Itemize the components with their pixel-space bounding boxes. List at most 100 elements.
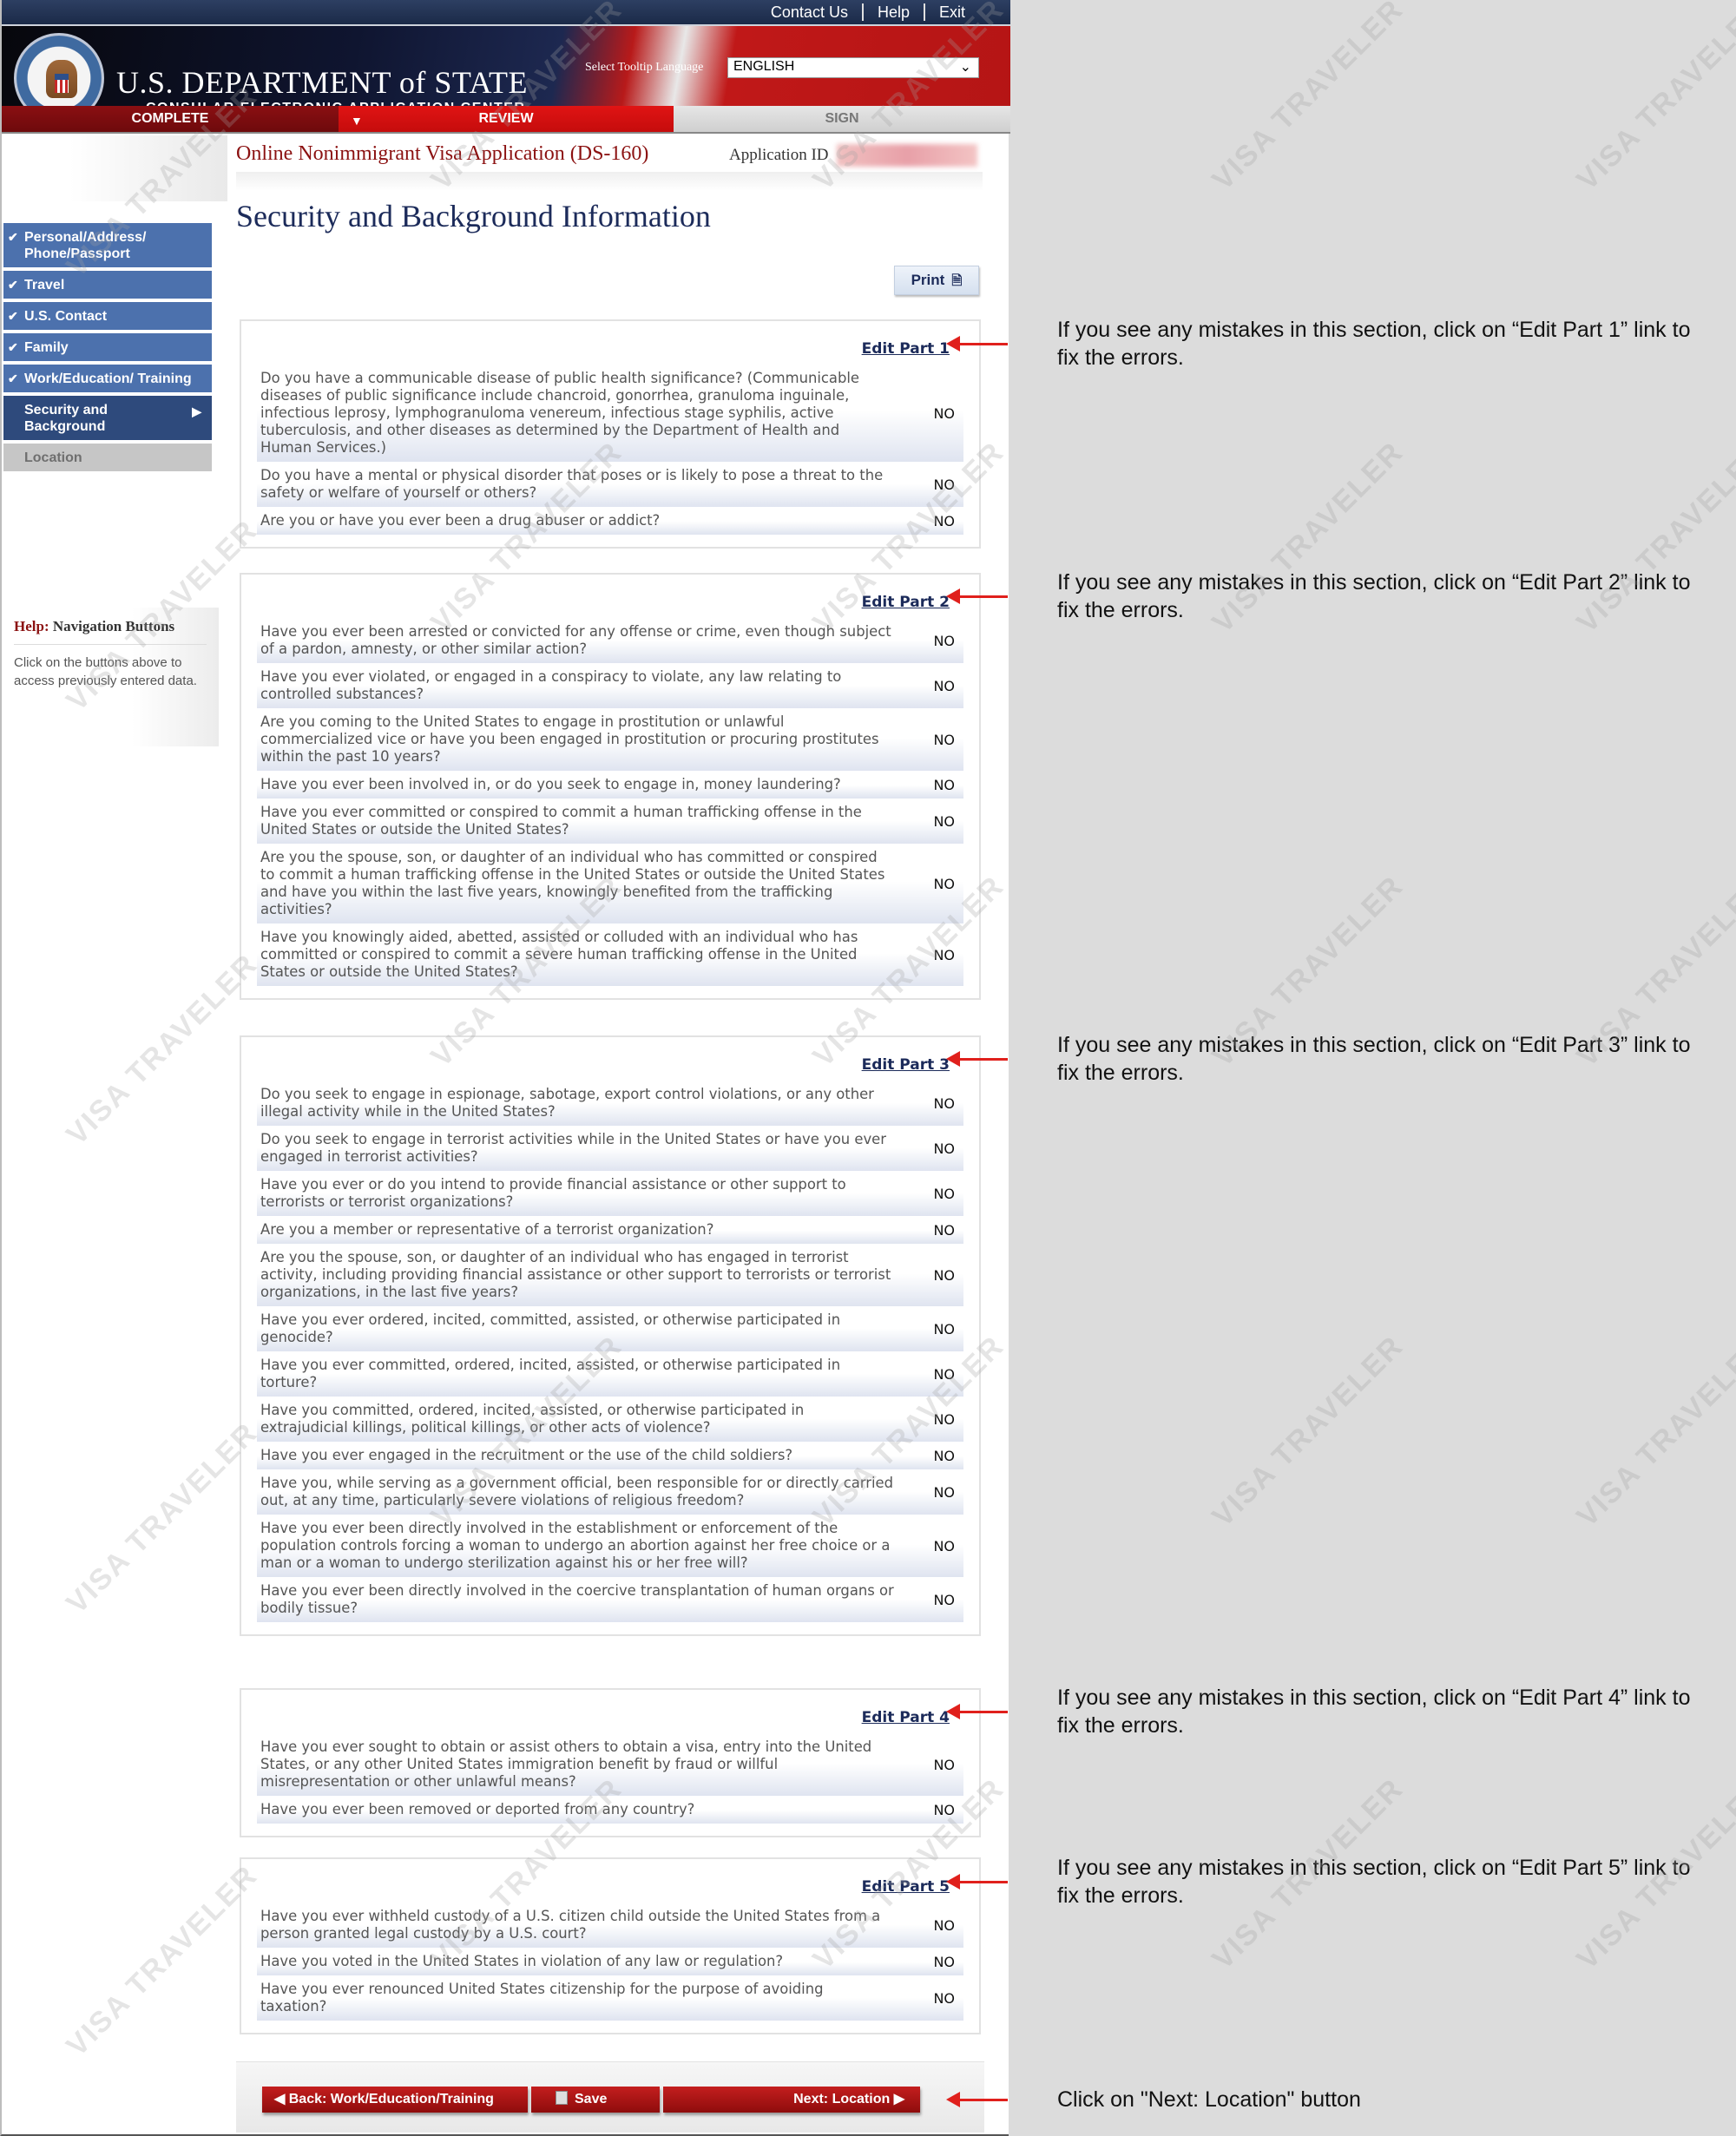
- checkmark-icon: ✔: [8, 278, 18, 292]
- sidebar-item-us-contact[interactable]: ✔ U.S. Contact: [3, 302, 212, 330]
- edit-part-1-link[interactable]: Edit Part 1: [257, 333, 963, 368]
- answer-value: NO: [933, 1483, 955, 1501]
- watermark: VISA TRAVELER: [1570, 0, 1736, 197]
- sidebar-item-work-education[interactable]: ✔ Work/Education/ Training: [3, 365, 212, 392]
- question-text: Have you ever renounced United States ci…: [260, 1981, 824, 2014]
- section-part-1: Edit Part 1 Do you have a communicable di…: [240, 319, 981, 549]
- tab-complete[interactable]: COMPLETE: [2, 106, 339, 132]
- edit-row: Edit Part 3: [257, 1049, 963, 1084]
- section-part-5: Edit Part 5 Have you ever withheld custod…: [240, 1857, 981, 2034]
- question-text: Have you voted in the United States in v…: [260, 1953, 784, 1969]
- tooltip-language-select[interactable]: ENGLISH ⌄: [727, 57, 979, 78]
- annotation-arrow-part-4: [959, 1711, 1008, 1713]
- question-text: Have you ever engaged in the recruitment…: [260, 1447, 793, 1463]
- tooltip-language-label: Select Tooltip Language: [585, 61, 704, 74]
- page-title: Security and Background Information: [236, 199, 711, 233]
- checkmark-icon: ✔: [8, 309, 18, 323]
- edit-row: Edit Part 2: [257, 587, 963, 621]
- question-row: Have you knowingly aided, abetted, assis…: [257, 927, 963, 986]
- tab-complete-label: COMPLETE: [131, 111, 209, 126]
- question-text: Have you ever withheld custody of a U.S.…: [260, 1908, 881, 1942]
- checkmark-icon: ✔: [8, 340, 18, 354]
- question-text: Are you the spouse, son, or daughter of …: [260, 1249, 891, 1300]
- question-row: Are you or have you ever been a drug abu…: [257, 510, 963, 535]
- answer-value: NO: [933, 404, 955, 422]
- answer-value: NO: [933, 1365, 955, 1383]
- sidebar-item-label: U.S. Contact: [24, 309, 108, 324]
- next-button[interactable]: Next: Location ▶: [663, 2087, 920, 2113]
- answer-value: NO: [933, 731, 955, 748]
- question-row: Have you ever renounced United States ci…: [257, 1979, 963, 2021]
- save-button[interactable]: Save: [531, 2087, 660, 2113]
- question-row: Are you coming to the United States to e…: [257, 712, 963, 771]
- answer-value: NO: [933, 1989, 955, 2007]
- back-button[interactable]: ◀ Back: Work/Education/Training: [262, 2087, 528, 2113]
- tab-review-label: REVIEW: [478, 111, 534, 126]
- question-text: Do you seek to engage in terrorist activ…: [260, 1131, 886, 1165]
- question-row: Are you the spouse, son, or daughter of …: [257, 847, 963, 923]
- question-row: Have you ever ordered, incited, committe…: [257, 1310, 963, 1351]
- sidebar-item-travel[interactable]: ✔ Travel: [3, 271, 212, 299]
- question-row: Have you ever committed or conspired to …: [257, 802, 963, 844]
- exit-link[interactable]: Exit: [923, 3, 979, 21]
- next-button-label: Next: Location: [793, 2092, 891, 2106]
- question-row: Have you ever been directly involved in …: [257, 1581, 963, 1622]
- answer-value: NO: [933, 1185, 955, 1202]
- print-button[interactable]: Print 🗎: [894, 266, 979, 295]
- answer-value: NO: [933, 632, 955, 649]
- question-row: Have you ever been removed or deported f…: [257, 1799, 963, 1824]
- edit-part-2-link[interactable]: Edit Part 2: [257, 587, 963, 621]
- edit-row: Edit Part 4: [257, 1702, 963, 1737]
- document-icon: 🗎: [951, 273, 963, 288]
- sidebar-item-family[interactable]: ✔ Family: [3, 333, 212, 361]
- edit-row: Edit Part 1: [257, 333, 963, 368]
- sidebar-item-label: Personal/Address/ Phone/Passport: [24, 230, 147, 261]
- save-button-label: Save: [575, 2092, 608, 2106]
- question-text: Have you ever or do you intend to provid…: [260, 1176, 846, 1210]
- question-row: Have you voted in the United States in v…: [257, 1951, 963, 1975]
- tab-sign: SIGN: [674, 106, 1010, 132]
- edit-part-3-link[interactable]: Edit Part 3: [257, 1049, 963, 1084]
- answer-value: NO: [933, 1537, 955, 1554]
- navigation-button-bar: ◀ Back: Work/Education/Training Save Nex…: [236, 2061, 984, 2133]
- title-divider: [236, 172, 983, 191]
- edit-part-4-link[interactable]: Edit Part 4: [257, 1702, 963, 1737]
- answer-value: NO: [933, 1591, 955, 1608]
- section-part-2: Edit Part 2 Have you ever been arrested o…: [240, 573, 981, 1000]
- answer-value: NO: [933, 677, 955, 694]
- annotation-arrow-part-2: [959, 595, 1008, 598]
- question-row: Have you ever sought to obtain or assist…: [257, 1737, 963, 1796]
- answer-value: NO: [933, 1756, 955, 1773]
- help-heading: Navigation Buttons: [52, 618, 175, 634]
- answer-value: NO: [933, 1953, 955, 1970]
- annotation-part-3: If you see any mistakes in this section,…: [1057, 1033, 1691, 1085]
- edit-part-5-link[interactable]: Edit Part 5: [257, 1871, 963, 1906]
- answer-value: NO: [933, 1094, 955, 1112]
- question-text: Are you the spouse, son, or daughter of …: [260, 849, 885, 917]
- arrow-left-icon: [946, 1874, 960, 1890]
- question-row: Have you ever committed, ordered, incite…: [257, 1355, 963, 1397]
- application-title: Online Nonimmigrant Visa Application (DS…: [236, 142, 649, 165]
- annotation-part-2: If you see any mistakes in this section,…: [1057, 570, 1691, 622]
- department-title: U.S. DEPARTMENT of STATE: [116, 65, 529, 100]
- active-arrow-icon: ▶: [192, 404, 201, 418]
- contact-us-link[interactable]: Contact Us: [757, 3, 862, 21]
- arrow-left-icon: [946, 1704, 960, 1719]
- sidebar-item-security-background[interactable]: Security and Background ▶: [3, 396, 212, 440]
- question-text: Are you a member or representative of a …: [260, 1221, 714, 1238]
- answer-value: NO: [933, 476, 955, 493]
- tab-review[interactable]: ▼ REVIEW: [339, 106, 674, 132]
- back-button-label: Back: Work/Education/Training: [288, 2092, 494, 2106]
- help-link[interactable]: Help: [861, 3, 924, 21]
- arrow-left-icon: [946, 588, 960, 604]
- sidebar-item-label: Travel: [24, 278, 65, 292]
- question-row: Have you, while serving as a government …: [257, 1473, 963, 1515]
- tooltip-language-value: ENGLISH: [733, 59, 795, 74]
- checkmark-icon: ✔: [8, 230, 18, 244]
- sidebar-top-shade: [2, 135, 227, 201]
- answer-value: NO: [933, 1221, 955, 1239]
- answer-value: NO: [933, 1140, 955, 1157]
- question-text: Have you ever committed, ordered, incite…: [260, 1357, 841, 1390]
- sidebar-item-personal[interactable]: ✔ Personal/Address/ Phone/Passport: [3, 223, 212, 267]
- sidebar-item-label: Security and Background: [24, 403, 108, 434]
